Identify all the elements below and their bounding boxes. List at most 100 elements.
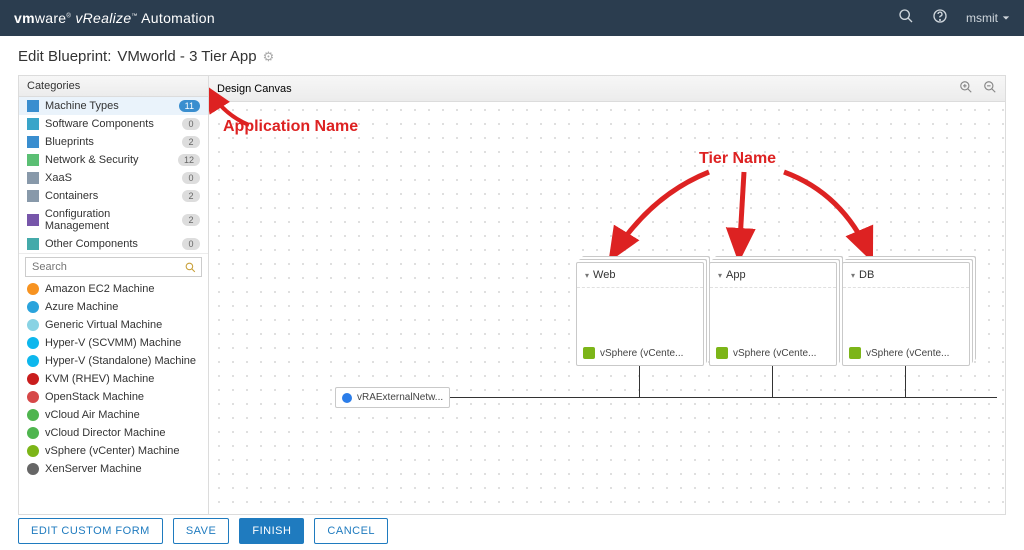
canvas-header-label: Design Canvas	[217, 83, 292, 95]
category-icon	[27, 118, 39, 130]
machine-type-row[interactable]: Amazon EC2 Machine	[19, 280, 208, 298]
cancel-button[interactable]: CANCEL	[314, 518, 388, 544]
category-row[interactable]: Configuration Management 2	[19, 205, 208, 235]
category-row[interactable]: Software Components 0	[19, 115, 208, 133]
brand-logo: vmware® vRealize™ Automation	[14, 10, 215, 26]
network-vline	[772, 366, 773, 397]
category-label: Containers	[45, 190, 98, 202]
zoom-out-icon[interactable]	[983, 80, 997, 97]
zoom-in-icon[interactable]	[959, 80, 973, 97]
gear-icon[interactable]: ⚙	[263, 49, 275, 65]
machine-type-icon	[27, 445, 39, 457]
count-badge: 12	[178, 154, 200, 166]
machine-type-row[interactable]: OpenStack Machine	[19, 388, 208, 406]
machine-type-icon	[27, 283, 39, 295]
machine-type-label: vCloud Director Machine	[45, 427, 165, 439]
chevron-down-icon	[1002, 14, 1010, 22]
footer-actions: EDIT CUSTOM FORM SAVE FINISH CANCEL	[18, 518, 388, 544]
category-icon	[27, 100, 39, 112]
category-row[interactable]: Containers 2	[19, 187, 208, 205]
category-label: Network & Security	[45, 154, 139, 166]
machine-type-label: Amazon EC2 Machine	[45, 283, 154, 295]
machine-type-icon	[27, 409, 39, 421]
machine-type-icon	[27, 355, 39, 367]
network-node[interactable]: vRAExternalNetw...	[335, 387, 450, 408]
tier-header: App	[710, 263, 836, 288]
count-badge: 2	[182, 190, 200, 202]
annotation-app-name: Application Name	[223, 118, 358, 136]
network-hline	[437, 397, 997, 398]
category-icon	[27, 190, 39, 202]
tier-db[interactable]: DB vSphere (vCente...	[842, 262, 970, 366]
machine-type-icon	[27, 301, 39, 313]
machine-type-row[interactable]: Azure Machine	[19, 298, 208, 316]
search-wrap	[19, 253, 208, 280]
user-menu[interactable]: msmit	[966, 11, 1010, 25]
machine-type-list: Amazon EC2 Machine Azure Machine Generic…	[19, 280, 208, 514]
edit-custom-form-button[interactable]: EDIT CUSTOM FORM	[18, 518, 163, 544]
count-badge: 2	[182, 136, 200, 148]
machine-type-label: KVM (RHEV) Machine	[45, 373, 154, 385]
categories-header: Categories	[19, 76, 208, 97]
category-label: Blueprints	[45, 136, 94, 148]
machine-type-row[interactable]: vCloud Director Machine	[19, 424, 208, 442]
machine-type-row[interactable]: Hyper-V (Standalone) Machine	[19, 352, 208, 370]
finish-button[interactable]: FINISH	[239, 518, 304, 544]
vsphere-icon	[583, 347, 595, 359]
count-badge: 0	[182, 238, 200, 250]
tier-header: DB	[843, 263, 969, 288]
machine-type-row[interactable]: vSphere (vCenter) Machine	[19, 442, 208, 460]
vsphere-icon	[849, 347, 861, 359]
count-badge: 2	[182, 214, 200, 226]
help-icon[interactable]	[932, 8, 948, 29]
machine-type-label: Hyper-V (SCVMM) Machine	[45, 337, 181, 349]
category-icon	[27, 136, 39, 148]
category-label: XaaS	[45, 172, 72, 184]
category-row[interactable]: Machine Types 11	[19, 97, 208, 115]
machine-type-row[interactable]: vCloud Air Machine	[19, 406, 208, 424]
tier-machine-label: vSphere (vCente...	[716, 347, 830, 359]
machine-type-label: Generic Virtual Machine	[45, 319, 162, 331]
category-row[interactable]: Blueprints 2	[19, 133, 208, 151]
count-badge: 0	[182, 118, 200, 130]
tier-web[interactable]: Web vSphere (vCente...	[576, 262, 704, 366]
tier-header: Web	[577, 263, 703, 288]
machine-type-row[interactable]: XenServer Machine	[19, 460, 208, 478]
category-row[interactable]: Other Components 0	[19, 235, 208, 253]
category-icon	[27, 238, 39, 250]
machine-type-label: vSphere (vCenter) Machine	[45, 445, 180, 457]
machine-type-row[interactable]: Generic Virtual Machine	[19, 316, 208, 334]
network-node-label: vRAExternalNetw...	[357, 392, 443, 403]
save-button[interactable]: SAVE	[173, 518, 230, 544]
search-input[interactable]	[25, 257, 202, 277]
network-icon	[342, 393, 352, 403]
machine-type-label: Hyper-V (Standalone) Machine	[45, 355, 196, 367]
machine-type-row[interactable]: Hyper-V (SCVMM) Machine	[19, 334, 208, 352]
category-icon	[27, 172, 39, 184]
count-badge: 11	[179, 100, 200, 112]
machine-type-icon	[27, 427, 39, 439]
machine-type-icon	[27, 391, 39, 403]
category-row[interactable]: Network & Security 12	[19, 151, 208, 169]
category-label: Software Components	[45, 118, 154, 130]
machine-type-row[interactable]: KVM (RHEV) Machine	[19, 370, 208, 388]
tier-machine-label: vSphere (vCente...	[583, 347, 697, 359]
blueprint-name: VMworld - 3 Tier App	[117, 48, 256, 65]
tier-machine-label: vSphere (vCente...	[849, 347, 963, 359]
canvas-header: Design Canvas	[209, 76, 1005, 102]
search-icon[interactable]	[898, 8, 914, 29]
machine-type-label: OpenStack Machine	[45, 391, 144, 403]
canvas-wrap: Design Canvas Application Name Tier Name	[209, 76, 1005, 514]
machine-type-icon	[27, 463, 39, 475]
tier-app[interactable]: App vSphere (vCente...	[709, 262, 837, 366]
network-vline	[905, 366, 906, 397]
search-icon	[184, 261, 197, 274]
title-prefix: Edit Blueprint:	[18, 48, 111, 65]
count-badge: 0	[182, 172, 200, 184]
category-label: Other Components	[45, 238, 138, 250]
design-canvas[interactable]: Application Name Tier Name Web vSphere (…	[209, 100, 1005, 514]
workspace: Categories Machine Types 11 Software Com…	[18, 75, 1006, 515]
category-icon	[27, 214, 39, 226]
category-row[interactable]: XaaS 0	[19, 169, 208, 187]
machine-type-label: vCloud Air Machine	[45, 409, 140, 421]
